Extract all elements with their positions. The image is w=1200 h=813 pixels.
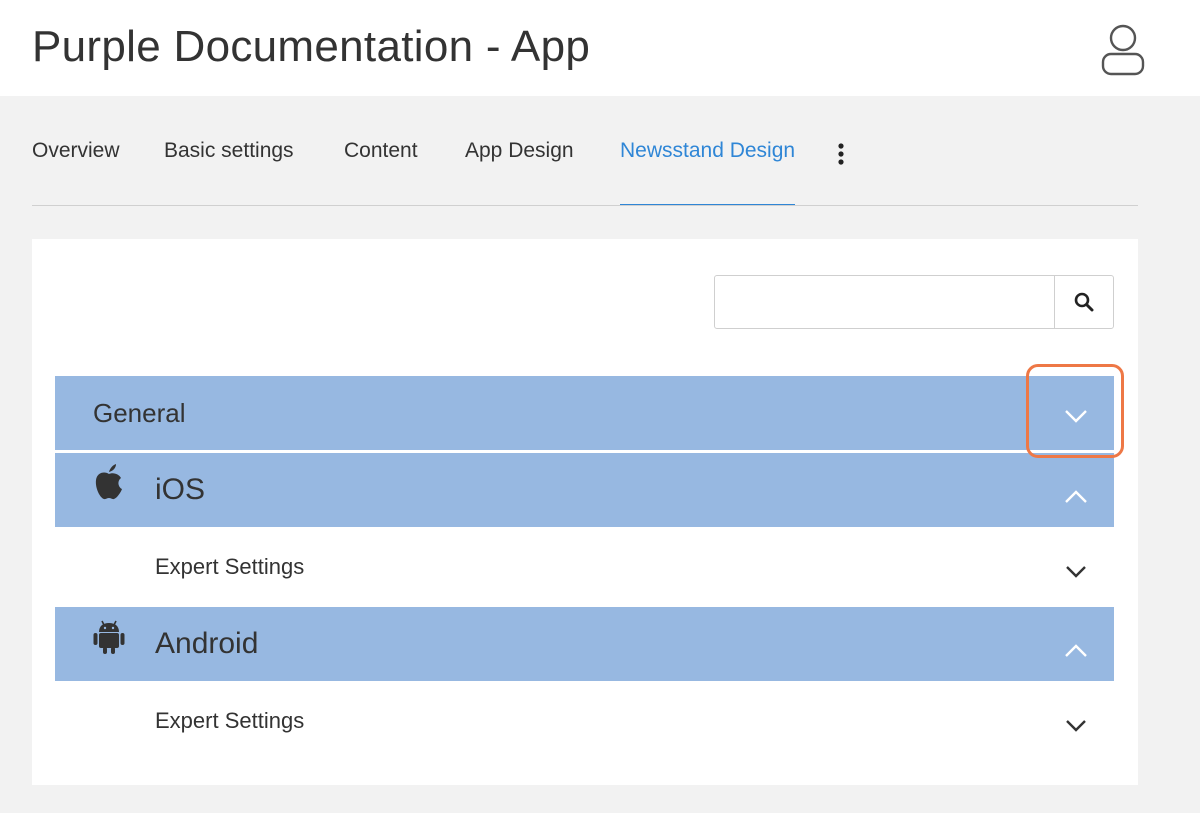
page-title: Purple Documentation - App: [32, 22, 591, 71]
apple-icon: [95, 464, 122, 500]
app-header: Purple Documentation - App: [0, 0, 1200, 96]
search-box: [714, 275, 1114, 329]
chevron-down-icon[interactable]: [1065, 565, 1087, 579]
chevron-down-icon[interactable]: [1063, 408, 1089, 424]
user-icon[interactable]: [1100, 22, 1146, 76]
settings-panel: General iOS Expert Settings Android Expe…: [32, 239, 1138, 785]
chevron-down-icon[interactable]: [1065, 719, 1087, 733]
tab-newsstand-design[interactable]: Newsstand Design: [620, 96, 796, 206]
android-icon: [93, 620, 125, 654]
tab-overview[interactable]: Overview: [32, 96, 120, 206]
section-label: iOS: [155, 473, 206, 506]
section-label: Android: [155, 627, 259, 660]
section-label: General: [93, 398, 186, 428]
tab-bar: Overview Basic settings Content App Desi…: [32, 96, 1138, 206]
subsection-label: Expert Settings: [155, 554, 305, 579]
search-button[interactable]: [1054, 276, 1113, 328]
subsection-label: Expert Settings: [155, 708, 305, 733]
android-expert-settings[interactable]: Expert Settings: [55, 681, 1114, 761]
tab-content[interactable]: Content: [344, 96, 418, 206]
section-general[interactable]: General: [55, 376, 1114, 450]
vertical-ellipsis-icon[interactable]: [837, 143, 845, 165]
section-android[interactable]: Android: [55, 607, 1114, 681]
tab-basic-settings[interactable]: Basic settings: [164, 96, 294, 206]
tab-divider: [32, 205, 1138, 206]
chevron-up-icon[interactable]: [1063, 489, 1089, 505]
chevron-up-icon[interactable]: [1063, 643, 1089, 659]
search-icon: [1074, 292, 1094, 312]
tab-app-design[interactable]: App Design: [465, 96, 574, 206]
section-ios[interactable]: iOS: [55, 453, 1114, 527]
ios-expert-settings[interactable]: Expert Settings: [55, 527, 1114, 607]
search-input[interactable]: [715, 276, 1054, 328]
